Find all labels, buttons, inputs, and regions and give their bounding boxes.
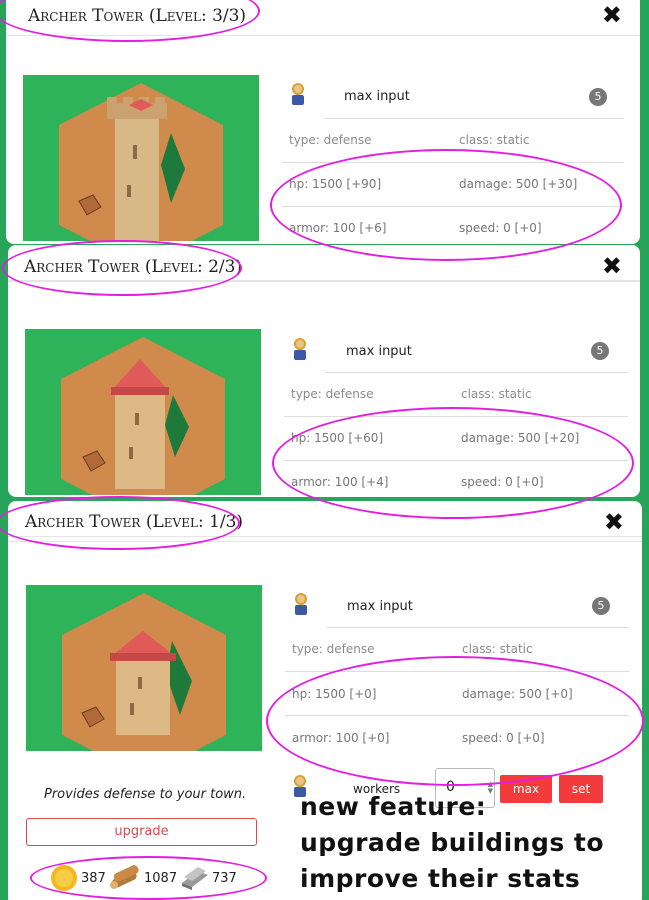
gold-amount: 387: [81, 871, 106, 886]
stat-damage: damage: 500 [+20]: [461, 431, 580, 445]
close-icon[interactable]: ✖: [602, 2, 622, 28]
iron-amount: 737: [212, 871, 237, 886]
avatar-icon: [290, 338, 310, 362]
building-thumbnail: [25, 329, 261, 495]
worker-count-badge: 5: [589, 88, 607, 106]
max-input-label[interactable]: max input: [344, 89, 410, 104]
stat-class: class: static: [459, 133, 530, 147]
stat-type: type: defense: [292, 642, 375, 656]
stat-class: class: static: [461, 387, 532, 401]
stat-hp: hp: 1500 [+60]: [291, 431, 384, 445]
stat-armor: armor: 100 [+4]: [291, 475, 389, 489]
max-input-label[interactable]: max input: [347, 599, 413, 614]
caption-line-2: upgrade buildings to: [300, 828, 605, 857]
panel-header: Archer Tower (Level: 3/3) ✖: [6, 0, 640, 36]
panel-title: Archer Tower (Level: 2/3): [24, 257, 243, 277]
building-panel-level-2: Archer Tower (Level: 2/3) ✖ max input 5 …: [8, 245, 640, 497]
close-icon[interactable]: ✖: [604, 509, 624, 535]
caption-line-3: improve their stats: [300, 864, 581, 893]
stat-speed: speed: 0 [+0]: [462, 731, 545, 745]
max-input-label[interactable]: max input: [346, 344, 412, 359]
feature-caption: new feature: upgrade buildings to improv…: [300, 789, 604, 897]
worker-count-badge: 5: [591, 342, 609, 360]
worker-count-badge: 5: [592, 597, 610, 615]
panel-header: Archer Tower (Level: 2/3) ✖: [8, 245, 640, 281]
stat-class: class: static: [462, 642, 533, 656]
stat-damage: damage: 500 [+30]: [459, 177, 578, 191]
wood-amount: 1087: [144, 871, 178, 886]
gold-coin-icon: [50, 864, 78, 892]
building-description: Provides defense to your town.: [44, 787, 247, 802]
iron-bars-icon: [178, 863, 210, 891]
stat-speed: speed: 0 [+0]: [459, 221, 542, 235]
stat-armor: armor: 100 [+6]: [289, 221, 387, 235]
stat-hp: hp: 1500 [+0]: [292, 687, 377, 701]
stat-type: type: defense: [289, 133, 372, 147]
panel-header: Archer Tower (Level: 1/3) ✖: [8, 501, 642, 537]
avatar-icon: [288, 83, 308, 107]
stat-hp: hp: 1500 [+90]: [289, 177, 382, 191]
stat-damage: damage: 500 [+0]: [462, 687, 573, 701]
stat-type: type: defense: [291, 387, 374, 401]
avatar-icon: [291, 593, 311, 617]
panel-title: Archer Tower (Level: 1/3): [25, 512, 244, 532]
panel-title: Archer Tower (Level: 3/3): [28, 6, 247, 26]
building-thumbnail: [26, 585, 262, 751]
stat-speed: speed: 0 [+0]: [461, 475, 544, 489]
stat-armor: armor: 100 [+0]: [292, 731, 390, 745]
close-icon[interactable]: ✖: [602, 253, 622, 279]
upgrade-button[interactable]: upgrade: [26, 818, 257, 846]
building-panel-level-3: Archer Tower (Level: 3/3) ✖ max input 5 …: [6, 0, 640, 244]
wood-logs-icon: [109, 863, 141, 891]
building-thumbnail: [23, 75, 259, 241]
caption-line-1: new feature:: [300, 792, 487, 821]
